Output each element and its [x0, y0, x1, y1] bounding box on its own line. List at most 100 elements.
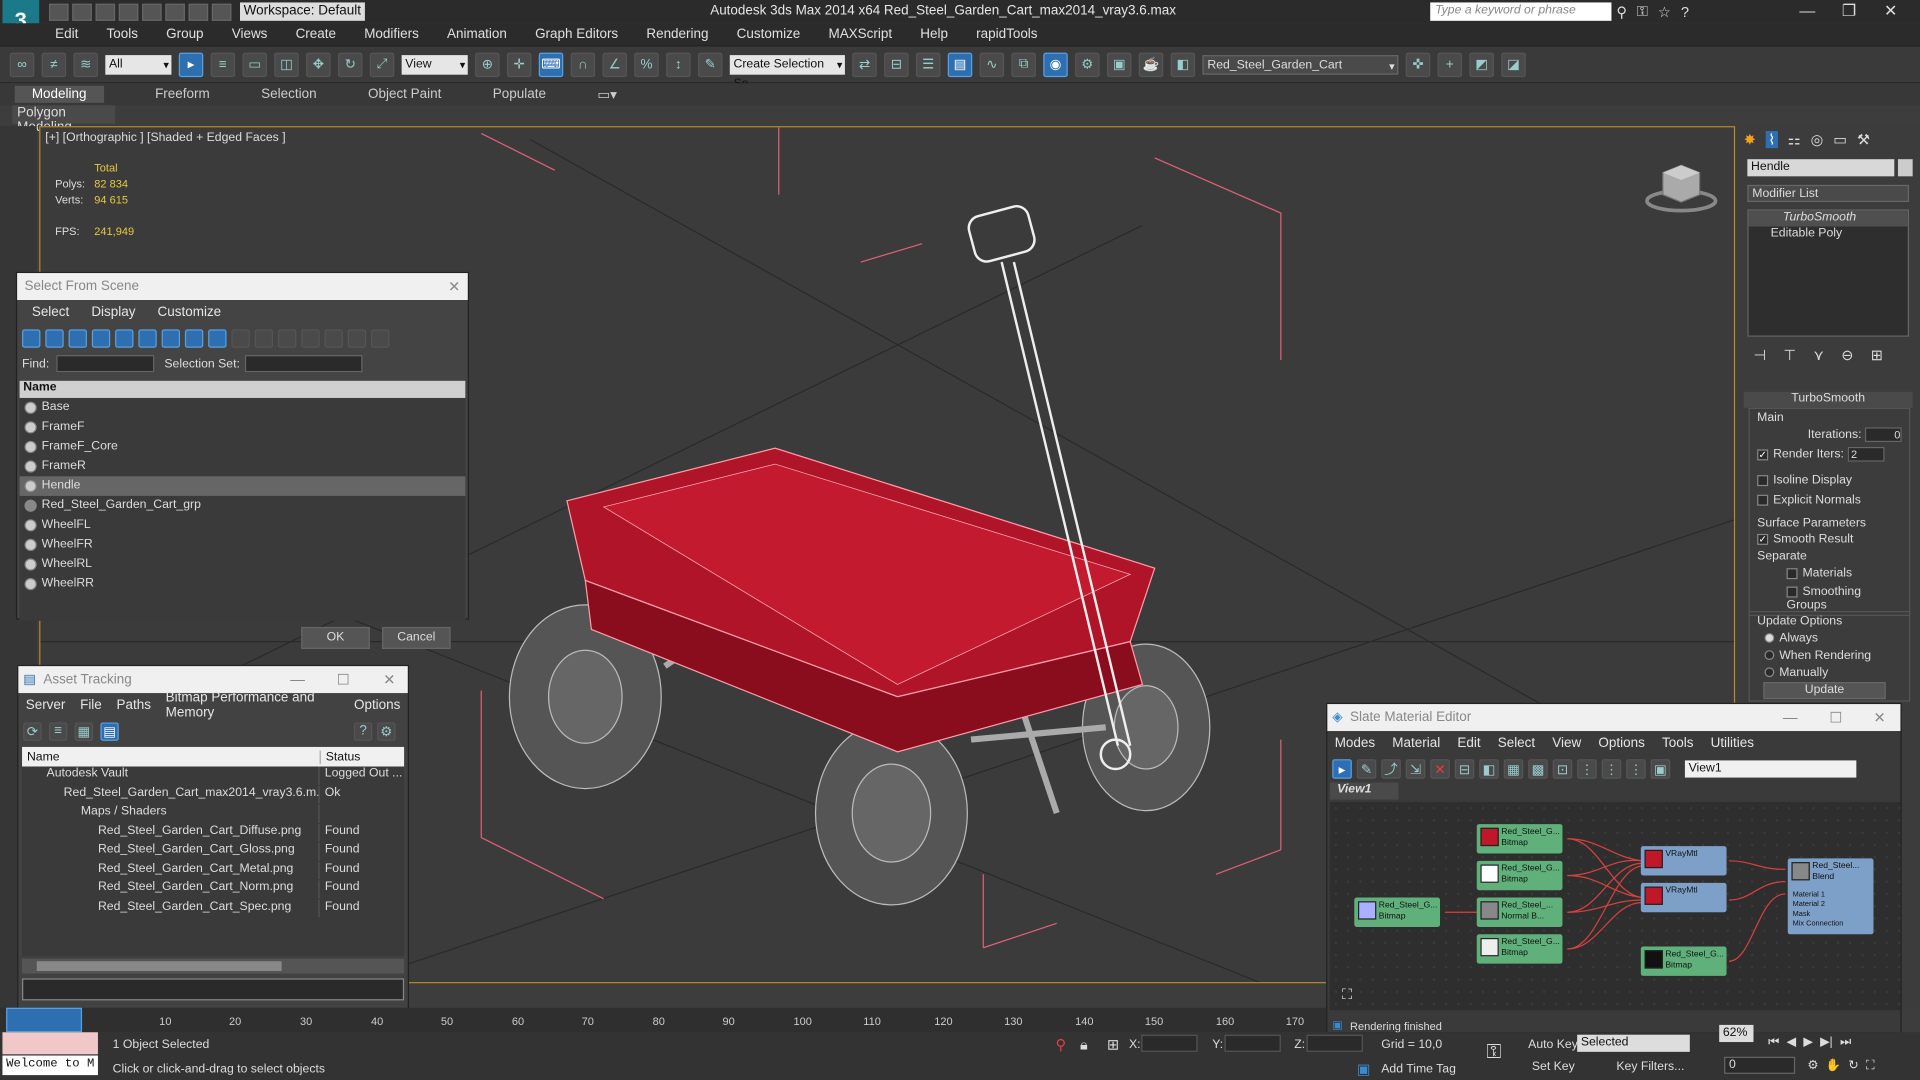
view1-tab[interactable]: View1	[1329, 782, 1399, 800]
scene-states-icon[interactable]: ◧	[1170, 52, 1196, 77]
menu-graph-editors[interactable]: Graph Editors	[535, 27, 618, 42]
key-filters-button[interactable]: Key Filters...	[1616, 1060, 1684, 1073]
time-config-icon[interactable]: ⚙	[1807, 1059, 1818, 1072]
select-object-icon[interactable]: ▸	[178, 52, 204, 77]
menu-customize[interactable]: Customize	[737, 27, 801, 42]
menu-rapidtools[interactable]: rapidTools	[976, 27, 1037, 42]
selection-set-dropdown[interactable]	[244, 355, 363, 373]
restore-button[interactable]: ❐	[1829, 1, 1868, 21]
window-crossing-icon[interactable]: ◫	[274, 52, 299, 77]
select-menu-select[interactable]: Select	[32, 305, 69, 320]
at-close-icon[interactable]: ✕	[383, 671, 395, 688]
layout-icon[interactable]: ⊡	[1552, 759, 1573, 779]
at-menu-bitmap[interactable]: Bitmap Performance and Memory	[166, 691, 340, 720]
object-name-input[interactable]: Hendle	[1747, 159, 1895, 177]
material-editor-icon[interactable]: ◉	[1043, 52, 1068, 77]
time-tag-icon[interactable]: ▣	[1357, 1060, 1371, 1077]
zoom-field[interactable]: 62%	[1719, 1024, 1754, 1043]
node-normal-bump[interactable]: Red_Steel_... Normal B...	[1476, 897, 1563, 927]
percent-snap-icon[interactable]: %	[634, 52, 659, 77]
navigator-icon[interactable]: ⛶	[1342, 986, 1352, 1004]
menu-modifiers[interactable]: Modifiers	[364, 27, 419, 42]
table-row[interactable]: Red_Steel_Garden_Cart_Gloss.png Found	[22, 842, 405, 862]
absolute-mode-icon[interactable]: ⊞	[1107, 1036, 1119, 1053]
blend-slot[interactable]: Material 2	[1793, 900, 1874, 910]
display-geometry-icon[interactable]	[22, 328, 41, 348]
isoline-checkbox[interactable]	[1757, 474, 1769, 486]
tab-selection[interactable]: Selection	[261, 87, 316, 102]
select-dialog-close-icon[interactable]: ✕	[448, 278, 460, 295]
slate-menu-view[interactable]: View	[1552, 736, 1581, 751]
curve-editor-icon[interactable]: ∿	[979, 52, 1005, 77]
menu-help[interactable]: Help	[920, 27, 948, 42]
find-input[interactable]	[56, 355, 155, 373]
schematic-view-icon[interactable]: ⧉	[1011, 52, 1036, 77]
display-xrefs-icon[interactable]	[184, 328, 204, 348]
layout-children-icon[interactable]: ⋮	[1577, 759, 1597, 779]
z-coord-field[interactable]	[1306, 1034, 1363, 1052]
keyboard-shortcut-icon[interactable]: ⌨	[538, 52, 564, 77]
node-bitmap[interactable]: Red_Steel_G... Bitmap	[1354, 897, 1441, 927]
ok-button[interactable]: OK	[301, 626, 370, 649]
minimize-button[interactable]: —	[1788, 1, 1827, 19]
pick-material-icon[interactable]: ✎	[1356, 759, 1377, 779]
spinner-snap-icon[interactable]: ↕	[666, 52, 691, 77]
stack-item-editable-poly[interactable]: Editable Poly	[1749, 227, 1908, 243]
blend-slot[interactable]: Material 1	[1793, 890, 1874, 900]
new-icon[interactable]	[48, 3, 69, 21]
rollout-turbosmooth[interactable]: TurboSmooth	[1743, 391, 1913, 408]
object-name-field[interactable]: Red_Steel_Garden_Cart	[1202, 54, 1399, 75]
slate-close-icon[interactable]: ✕	[1873, 709, 1885, 726]
at-path-field[interactable]	[22, 978, 405, 1001]
show-map-icon[interactable]: ▦	[1503, 759, 1524, 779]
extra-tool-2-icon[interactable]: ◪	[1501, 52, 1526, 77]
table-row[interactable]: Red_Steel_Garden_Cart_Spec.png Found	[22, 899, 405, 919]
tab-freeform[interactable]: Freeform	[155, 87, 210, 102]
list-item[interactable]: FrameR	[20, 457, 466, 477]
slate-menu-select[interactable]: Select	[1498, 736, 1535, 751]
mirror-icon[interactable]: ⇄	[852, 52, 877, 77]
explicit-normals-checkbox[interactable]	[1757, 494, 1769, 506]
assign-material-icon[interactable]: ⇲	[1405, 759, 1426, 779]
materials-checkbox[interactable]	[1786, 567, 1798, 580]
stack-item-turbosmooth[interactable]: TurboSmooth	[1748, 210, 1908, 227]
selection-filter-dropdown[interactable]: All	[105, 54, 172, 75]
at-menu-file[interactable]: File	[80, 698, 102, 713]
select-rotate-icon[interactable]: ↻	[337, 52, 363, 77]
filter-icon[interactable]	[371, 328, 390, 348]
pivot-icon[interactable]: ⊕	[475, 52, 500, 77]
display-none-icon[interactable]	[254, 328, 274, 348]
slate-minimize-icon[interactable]: —	[1783, 709, 1798, 726]
list-item[interactable]: FrameF_Core	[20, 437, 466, 457]
display-cameras-icon[interactable]	[91, 328, 111, 348]
angle-snap-icon[interactable]: ∠	[602, 52, 627, 77]
orbit-icon[interactable]: ↻	[1848, 1059, 1858, 1072]
node-bitmap[interactable]: Red_Steel_G... Bitmap	[1476, 934, 1563, 964]
help-icon[interactable]: ?	[1681, 3, 1689, 20]
time-slider[interactable]	[6, 1007, 83, 1033]
node-vraymtl[interactable]: VRayMtl	[1640, 882, 1727, 913]
refresh-icon[interactable]: ⟳	[23, 721, 42, 741]
maximize-viewport-icon[interactable]: ⛶	[1866, 1059, 1875, 1072]
at-minimize-icon[interactable]: —	[290, 671, 305, 688]
smoothing-groups-checkbox[interactable]	[1786, 586, 1798, 598]
display-helpers-icon[interactable]	[115, 328, 134, 348]
menu-maxscript[interactable]: MAXScript	[828, 27, 892, 42]
at-menu-options[interactable]: Options	[354, 698, 400, 713]
key-icon[interactable]: ⚿	[1487, 1042, 1502, 1064]
slate-menu-options[interactable]: Options	[1598, 736, 1644, 751]
hold-icon[interactable]	[165, 3, 185, 21]
at-help-icon[interactable]: ?	[353, 721, 373, 741]
edit-named-sel-icon[interactable]: ✎	[697, 52, 723, 77]
modify-tab-icon[interactable]: ⌇	[1765, 131, 1778, 149]
list-item[interactable]: WheelFL	[20, 516, 466, 536]
move-children-icon[interactable]: ⊟	[1454, 759, 1475, 779]
project-icon[interactable]	[211, 3, 232, 21]
layer-manager-icon[interactable]: ☰	[915, 52, 941, 77]
at-maximize-icon[interactable]: ☐	[337, 671, 350, 688]
y-coord-field[interactable]	[1224, 1034, 1281, 1052]
node-vraymtl[interactable]: VRayMtl	[1640, 846, 1727, 876]
remove-modifier-icon[interactable]: ⊖	[1841, 347, 1853, 364]
configure-sets-icon[interactable]: ⊞	[1871, 347, 1883, 364]
timeline[interactable]: 10 20 30 40 50 60 70 80 90 100 110 120 1…	[0, 1007, 1327, 1033]
